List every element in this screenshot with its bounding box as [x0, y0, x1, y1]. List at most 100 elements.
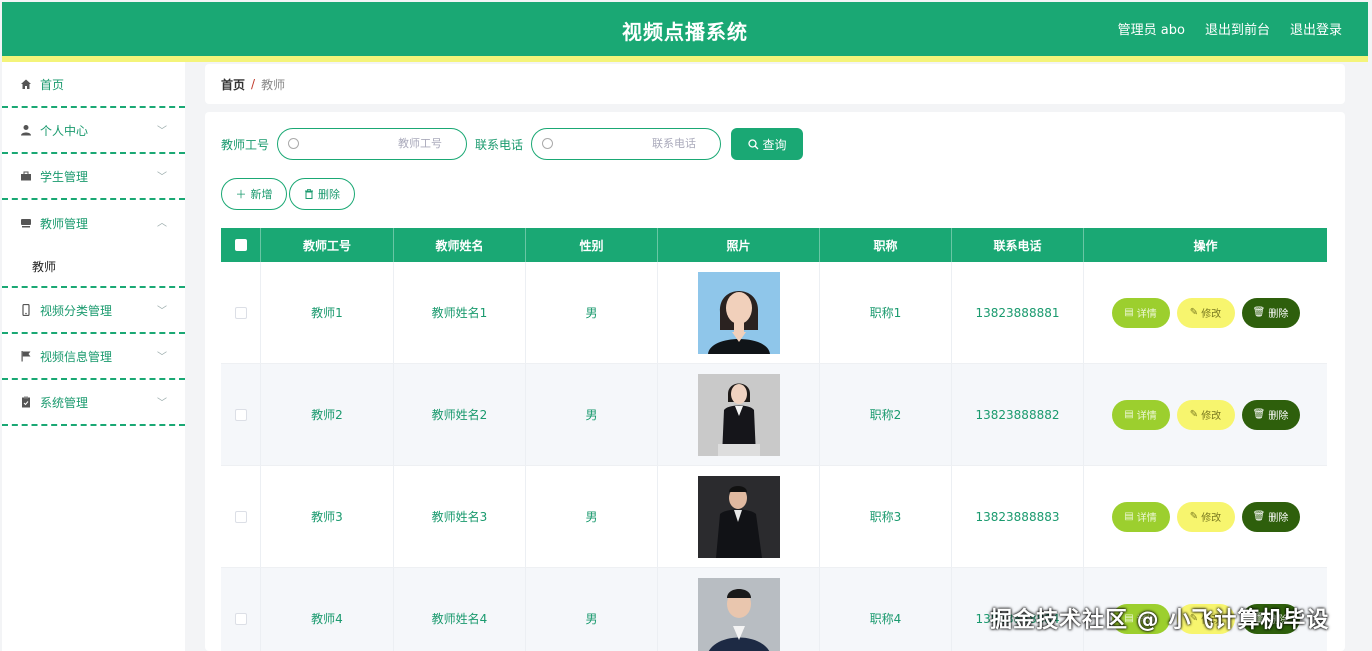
sidebar-item-video-info[interactable]: 视频信息管理 ﹀ — [2, 334, 185, 380]
row-checkbox[interactable] — [234, 306, 247, 319]
header-links: 管理员 abo 退出到前台 退出登录 — [1118, 19, 1342, 38]
header-accent-bar — [2, 56, 1368, 62]
teacher-photo[interactable] — [697, 475, 780, 558]
cell-photo — [658, 568, 820, 651]
trash-icon: 🗑 — [1252, 511, 1266, 522]
trash-icon — [305, 189, 313, 199]
cell-phone: 13823888881 — [952, 262, 1084, 363]
delete-button-label: 删除 — [1268, 411, 1289, 422]
teacher-photo[interactable] — [697, 577, 780, 651]
add-button-label: 新增 — [250, 188, 273, 201]
detail-button[interactable]: ▤ 详情 — [1111, 501, 1170, 532]
edit-button[interactable]: ✎ 修改 — [1176, 399, 1235, 430]
search-icon — [542, 138, 554, 149]
search-icon — [747, 138, 758, 149]
cell-gender: 男 — [526, 262, 658, 363]
sidebar-item-label: 系统管理 — [40, 395, 89, 410]
detail-button-label: 详情 — [1136, 513, 1157, 524]
clipboard-icon — [20, 396, 32, 408]
header-checkbox-cell — [221, 228, 261, 262]
cell-title: 职称1 — [820, 262, 952, 363]
chevron-down-icon: ﹀ — [157, 126, 167, 137]
flag-icon — [20, 350, 32, 362]
batch-delete-label: 删除 — [318, 188, 340, 201]
row-checkbox-cell — [221, 466, 261, 567]
chevron-down-icon: ﹀ — [157, 306, 167, 317]
query-button-label: 查询 — [762, 137, 787, 152]
document-icon: ▤ — [1124, 511, 1134, 522]
cell-title: 职称4 — [820, 568, 952, 651]
teacher-photo[interactable] — [697, 271, 780, 354]
document-icon: ▤ — [1124, 307, 1134, 318]
phone-input[interactable] — [562, 137, 697, 150]
trash-icon: 🗑 — [1252, 409, 1266, 420]
cell-gender: 男 — [526, 364, 658, 465]
delete-button-label: 删除 — [1268, 309, 1289, 320]
document-icon: ▤ — [1124, 409, 1134, 420]
phone-label: 联系电话 — [475, 137, 524, 152]
teacher-photo[interactable] — [697, 373, 780, 456]
delete-button[interactable]: 🗑 删除 — [1241, 399, 1300, 430]
batch-delete-button[interactable]: 删除 — [289, 178, 355, 210]
teacher-table: 教师工号 教师姓名 性别 照片 职称 联系电话 操作 教师1 教师姓名1 男 职… — [221, 228, 1327, 651]
cell-gender: 男 — [526, 466, 658, 567]
sidebar-item-label: 个人中心 — [40, 123, 89, 138]
select-all-checkbox[interactable] — [234, 239, 247, 251]
cell-phone: 13823888882 — [952, 364, 1084, 465]
detail-button[interactable]: ▤ 详情 — [1111, 297, 1170, 328]
sidebar-item-profile[interactable]: 个人中心 ﹀ — [2, 108, 185, 154]
teacher-id-input[interactable] — [308, 137, 443, 150]
sidebar-item-teachers[interactable]: 教师管理 ︿ — [2, 200, 185, 246]
sidebar-subitem-teacher[interactable]: 教师 — [2, 246, 185, 288]
delete-button[interactable]: 🗑 删除 — [1241, 501, 1300, 532]
sidebar-item-video-category[interactable]: 视频分类管理 ﹀ — [2, 288, 185, 334]
trash-icon: 🗑 — [1252, 307, 1266, 318]
teacher-id-search-box — [277, 128, 468, 160]
chevron-down-icon: ﹀ — [157, 172, 167, 183]
delete-button[interactable]: 🗑 删除 — [1241, 297, 1300, 328]
row-checkbox[interactable] — [234, 612, 247, 625]
row-checkbox-cell — [221, 364, 261, 465]
table-row: 教师1 教师姓名1 男 职称1 13823888881 ▤ 详情 ✎ 修改 🗑 … — [221, 262, 1327, 364]
briefcase-icon — [20, 170, 32, 182]
teacher-id-label: 教师工号 — [221, 137, 270, 152]
breadcrumb: 首页 / 教师 — [205, 64, 1345, 104]
row-checkbox[interactable] — [234, 408, 247, 421]
action-row: ＋ 新增 删除 — [221, 178, 355, 210]
add-button[interactable]: ＋ 新增 — [221, 178, 287, 210]
cell-teacher-id: 教师1 — [261, 262, 394, 363]
logout-link[interactable]: 退出登录 — [1290, 19, 1342, 38]
row-operations: ▤ 详情 ✎ 修改 🗑 删除 — [1111, 501, 1300, 532]
detail-button[interactable]: ▤ 详情 — [1111, 399, 1170, 430]
exit-to-front-link[interactable]: 退出到前台 — [1205, 19, 1270, 38]
chevron-up-icon: ︿ — [157, 218, 167, 229]
search-row: 教师工号 联系电话 查询 — [221, 128, 804, 160]
sidebar-item-students[interactable]: 学生管理 ﹀ — [2, 154, 185, 200]
query-button[interactable]: 查询 — [731, 128, 804, 160]
breadcrumb-current: 教师 — [261, 77, 286, 92]
cell-teacher-name: 教师姓名1 — [394, 262, 526, 363]
table-header: 教师工号 教师姓名 性别 照片 职称 联系电话 操作 — [221, 228, 1327, 262]
cell-teacher-id: 教师4 — [261, 568, 394, 651]
edit-button[interactable]: ✎ 修改 — [1176, 501, 1235, 532]
cell-teacher-name: 教师姓名2 — [394, 364, 526, 465]
sidebar-item-label: 视频分类管理 — [40, 303, 113, 318]
sidebar-item-home[interactable]: 首页 — [2, 62, 185, 108]
column-header: 联系电话 — [952, 228, 1084, 262]
table-row: 教师3 教师姓名3 男 职称3 13823888883 ▤ 详情 ✎ 修改 🗑 … — [221, 466, 1327, 568]
sidebar-item-label: 教师管理 — [40, 216, 89, 231]
cell-photo — [658, 364, 820, 465]
edit-button[interactable]: ✎ 修改 — [1176, 297, 1235, 328]
row-checkbox[interactable] — [234, 510, 247, 523]
cell-photo — [658, 466, 820, 567]
drive-icon — [20, 217, 32, 229]
cell-operations: ▤ 详情 ✎ 修改 🗑 删除 — [1084, 262, 1327, 363]
pencil-icon: ✎ — [1189, 307, 1199, 318]
search-icon — [288, 138, 300, 149]
sidebar-item-system[interactable]: 系统管理 ﹀ — [2, 380, 185, 426]
edit-button-label: 修改 — [1201, 411, 1222, 422]
breadcrumb-home[interactable]: 首页 — [221, 76, 245, 93]
cell-operations: ▤ 详情 ✎ 修改 🗑 删除 — [1084, 466, 1327, 567]
column-header: 教师姓名 — [394, 228, 526, 262]
breadcrumb-separator: / — [251, 77, 256, 91]
